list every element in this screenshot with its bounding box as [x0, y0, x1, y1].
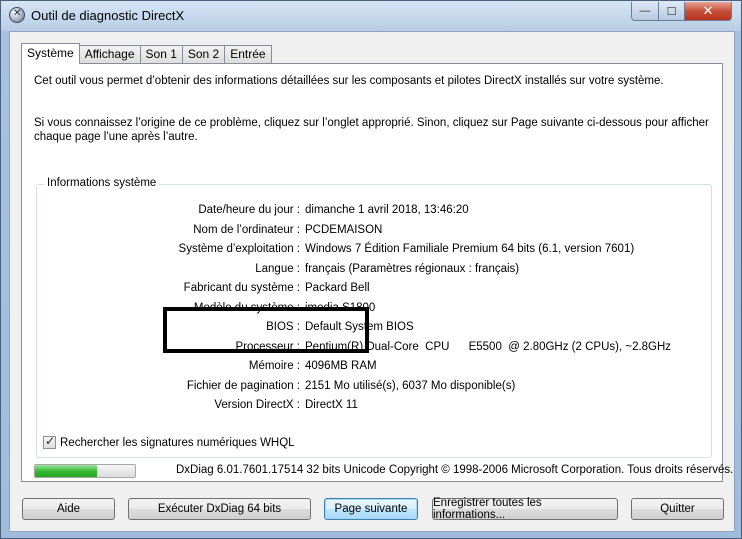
- info-row-manufacturer: Fabricant du système : Packard Bell: [37, 282, 713, 298]
- directx-label: Version DirectX :: [214, 399, 300, 411]
- button-row: Aide Exécuter DxDiag 64 bits Page suivan…: [22, 497, 724, 521]
- info-row-date: Date/heure du jour : dimanche 1 avril 20…: [37, 204, 713, 220]
- info-row-language: Langue : français (Paramètres régionaux …: [37, 263, 713, 279]
- info-row-pagefile: Fichier de pagination : 2151 Mo utilisé(…: [37, 380, 713, 396]
- manufacturer-label: Fabricant du système :: [183, 282, 300, 294]
- progress-fill: [35, 465, 97, 477]
- info-row-os: Système d’exploitation : Windows 7 Éditi…: [37, 243, 713, 259]
- info-row-memory: Mémoire : 4096MB RAM: [37, 360, 713, 376]
- progress-bar: [34, 464, 136, 478]
- info-row-bios: BIOS : Default System BIOS: [37, 321, 713, 337]
- maximize-button[interactable]: ☐: [658, 2, 685, 21]
- minimize-icon: —: [639, 5, 651, 17]
- os-label: Système d’exploitation :: [178, 243, 300, 255]
- instructions-text: Si vous connaissez l’origine de ce probl…: [34, 117, 709, 143]
- whql-option[interactable]: Rechercher les signatures numériques WHQ…: [43, 434, 295, 449]
- directx-app-icon: [9, 7, 25, 23]
- maximize-icon: ☐: [666, 5, 677, 18]
- tab-systeme[interactable]: Système: [21, 43, 80, 64]
- whql-checkbox[interactable]: [43, 434, 56, 449]
- language-value: français (Paramètres régionaux : françai…: [305, 262, 520, 275]
- quit-button[interactable]: Quitter: [631, 498, 724, 520]
- group-title: Informations système: [44, 177, 160, 189]
- tab-entree[interactable]: Entrée: [224, 45, 272, 64]
- status-text: DxDiag 6.01.7601.17514 32 bits Unicode C…: [176, 464, 734, 476]
- tab-son-2[interactable]: Son 2: [181, 45, 226, 64]
- close-button[interactable]: ✕: [684, 2, 732, 21]
- memory-label: Mémoire :: [248, 360, 300, 372]
- info-row-directx: Version DirectX : DirectX 11: [37, 399, 713, 415]
- tab-affichage[interactable]: Affichage: [78, 45, 141, 64]
- os-value: Windows 7 Édition Familiale Premium 64 b…: [305, 243, 635, 255]
- intro-text: Cet outil vous permet d’obtenir des info…: [34, 75, 664, 87]
- client-area: Système Affichage Son 1 Son 2 Entrée Cet…: [9, 31, 735, 532]
- info-row-model: Modèle du système : imedia S1800: [37, 302, 713, 318]
- tab-strip: Système Affichage Son 1 Son 2 Entrée: [21, 43, 272, 64]
- highlight-annotation-box: [163, 307, 369, 353]
- close-icon: ✕: [702, 3, 714, 18]
- save-all-button[interactable]: Enregistrer toutes les informations...: [432, 497, 618, 521]
- run-64bit-button[interactable]: Exécuter DxDiag 64 bits: [128, 498, 311, 520]
- system-info-group: Informations système Date/heure du jour …: [36, 177, 713, 458]
- tab-son-1[interactable]: Son 1: [139, 45, 183, 64]
- info-row-processor: Processeur : Pentium(R) Dual-Core CPU E5…: [37, 341, 713, 357]
- title-bar[interactable]: Outil de diagnostic DirectX — ☐ ✕: [1, 1, 741, 31]
- help-button[interactable]: Aide: [22, 498, 115, 520]
- info-row-computer-name: Nom de l’ordinateur : PCDEMAISON: [37, 224, 713, 240]
- memory-value: 4096MB RAM: [305, 360, 377, 372]
- computer-name-label: Nom de l’ordinateur :: [193, 223, 300, 236]
- manufacturer-value: Packard Bell: [305, 282, 370, 294]
- date-value: dimanche 1 avril 2018, 13:46:20: [305, 204, 469, 216]
- window-title: Outil de diagnostic DirectX: [31, 8, 185, 23]
- language-label: Langue :: [255, 262, 300, 275]
- system-tab-panel: Cet outil vous permet d’obtenir des info…: [21, 63, 723, 482]
- computer-name-value: PCDEMAISON: [305, 223, 383, 236]
- dxdiag-window: Outil de diagnostic DirectX — ☐ ✕ Systèm…: [0, 0, 742, 539]
- next-page-button[interactable]: Page suivante: [324, 498, 418, 520]
- pagefile-value: 2151 Mo utilisé(s), 6037 Mo disponible(s…: [305, 379, 516, 392]
- pagefile-label: Fichier de pagination :: [186, 379, 300, 392]
- date-label: Date/heure du jour :: [198, 204, 300, 216]
- directx-value: DirectX 11: [305, 399, 358, 411]
- minimize-button[interactable]: —: [631, 2, 659, 21]
- whql-label: Rechercher les signatures numériques WHQ…: [60, 436, 295, 449]
